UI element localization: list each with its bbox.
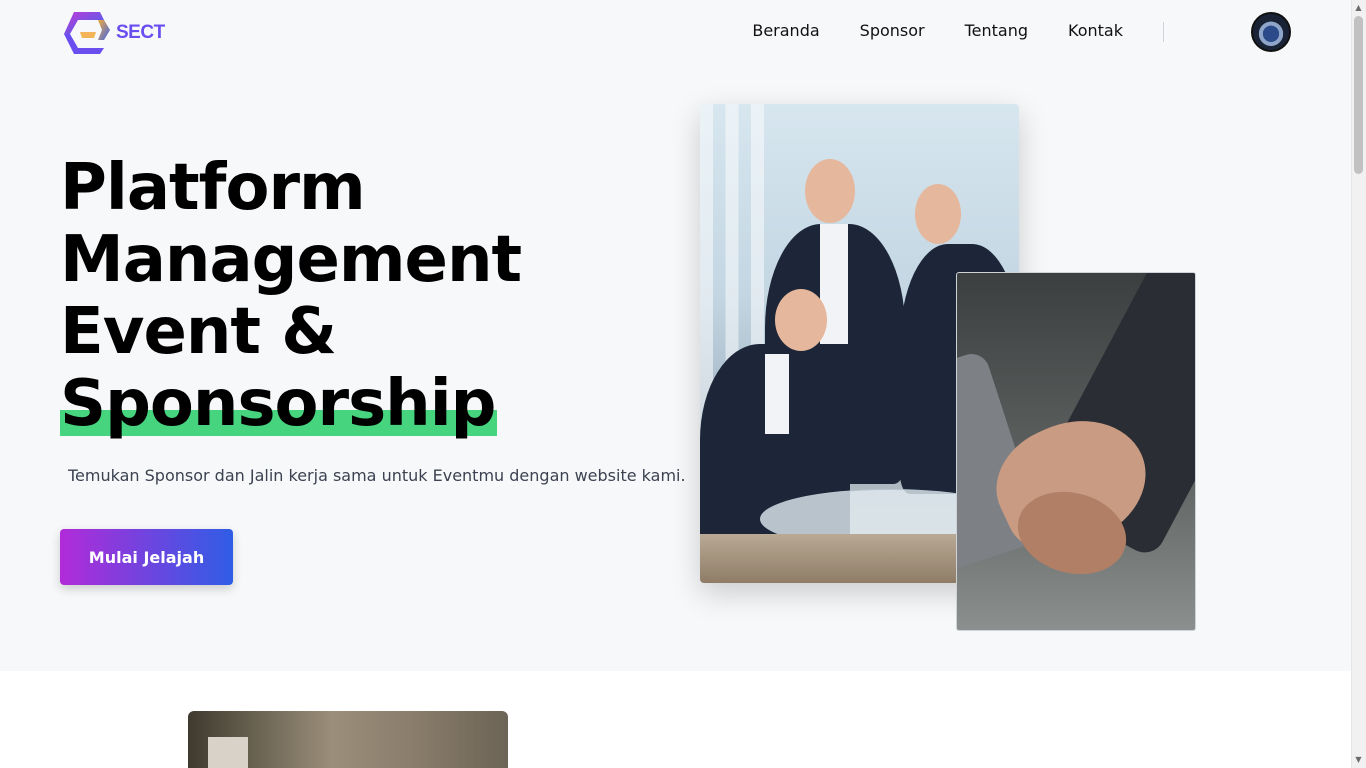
- mulai-jelajah-button[interactable]: Mulai Jelajah: [60, 529, 233, 585]
- nav-tentang-link[interactable]: Tentang: [965, 21, 1028, 40]
- scroll-down-icon[interactable]: ▼: [1354, 755, 1363, 765]
- nav-kontak-link[interactable]: Kontak: [1068, 21, 1123, 40]
- hero-title-highlight: Sponsorship: [60, 367, 498, 441]
- shirt-detail: [765, 354, 789, 434]
- person-head: [775, 289, 827, 351]
- nav-beranda-link[interactable]: Beranda: [752, 21, 819, 40]
- scroll-thumb[interactable]: [1354, 16, 1363, 174]
- user-avatar[interactable]: [1251, 12, 1291, 52]
- logo-icon: [64, 12, 110, 54]
- main-menu: Beranda Sponsor Tentang Kontak: [752, 21, 1123, 40]
- hero-title: Platform Management Event & Sponsorship: [60, 151, 522, 441]
- scroll-up-icon[interactable]: ▲: [1354, 3, 1363, 13]
- image-detail: [208, 737, 248, 768]
- about-image: [188, 711, 508, 768]
- logo-text: SECT: [116, 22, 165, 43]
- hero-subtitle: Temukan Sponsor dan Jalin kerja sama unt…: [68, 466, 686, 485]
- person-head: [805, 159, 855, 223]
- site-logo[interactable]: SECT: [60, 8, 165, 56]
- nav-divider: [1163, 22, 1164, 42]
- page-scrollbar[interactable]: ▲ ▼: [1351, 0, 1366, 768]
- navbar: SECT Beranda Sponsor Tentang Kontak: [0, 0, 1351, 64]
- nav-sponsor-link[interactable]: Sponsor: [860, 21, 925, 40]
- handshake-image: [956, 272, 1196, 631]
- hero-title-line-3: Event &: [60, 295, 337, 369]
- hero-title-line-2: Management: [60, 223, 522, 297]
- hero-title-line-1: Platform: [60, 151, 366, 225]
- person-head: [915, 184, 961, 244]
